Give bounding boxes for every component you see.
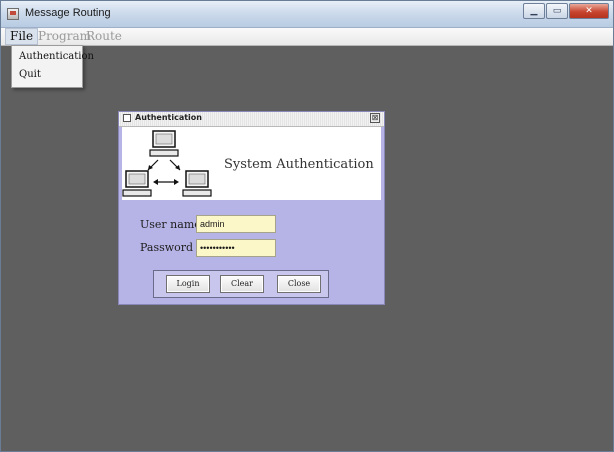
- menu-item-quit[interactable]: Quit: [19, 69, 41, 80]
- clear-button[interactable]: Clear: [220, 275, 264, 293]
- app-icon: [7, 8, 19, 20]
- button-group: Login Clear Close: [153, 270, 329, 298]
- username-label: User name: [140, 218, 201, 231]
- close-window-button[interactable]: ✕: [569, 3, 609, 19]
- window-title: Message Routing: [25, 7, 111, 19]
- menu-item-authentication[interactable]: Authentication: [19, 51, 94, 62]
- password-label: Password: [140, 241, 194, 254]
- authentication-dialog: Authentication ⊠ System Authentication U…: [118, 111, 385, 305]
- dialog-banner: System Authentication: [122, 127, 381, 200]
- main-window: Message Routing ▁ ▭ ✕ File Program Route…: [0, 0, 614, 452]
- dialog-close-icon[interactable]: ⊠: [370, 113, 380, 123]
- login-button[interactable]: Login: [166, 275, 210, 293]
- window-controls: ▁ ▭ ✕: [522, 3, 609, 21]
- menu-bar: File Program Route: [1, 28, 613, 46]
- banner-title: System Authentication: [224, 157, 374, 172]
- network-computers-icon: [122, 130, 212, 197]
- menu-route[interactable]: Route: [82, 29, 126, 44]
- maximize-button[interactable]: ▭: [546, 3, 568, 19]
- login-form: User name admin Password ••••••••••• Log…: [122, 201, 381, 299]
- dialog-title: Authentication: [135, 113, 202, 122]
- password-field[interactable]: •••••••••••: [196, 239, 276, 257]
- close-button[interactable]: Close: [277, 275, 321, 293]
- minimize-button[interactable]: ▁: [523, 3, 545, 19]
- username-field[interactable]: admin: [196, 215, 276, 233]
- dialog-title-bar[interactable]: Authentication ⊠: [119, 112, 384, 127]
- file-menu-dropdown: Authentication Quit: [11, 45, 94, 88]
- title-bar[interactable]: Message Routing ▁ ▭ ✕: [1, 1, 613, 28]
- dialog-window-icon: [123, 114, 131, 122]
